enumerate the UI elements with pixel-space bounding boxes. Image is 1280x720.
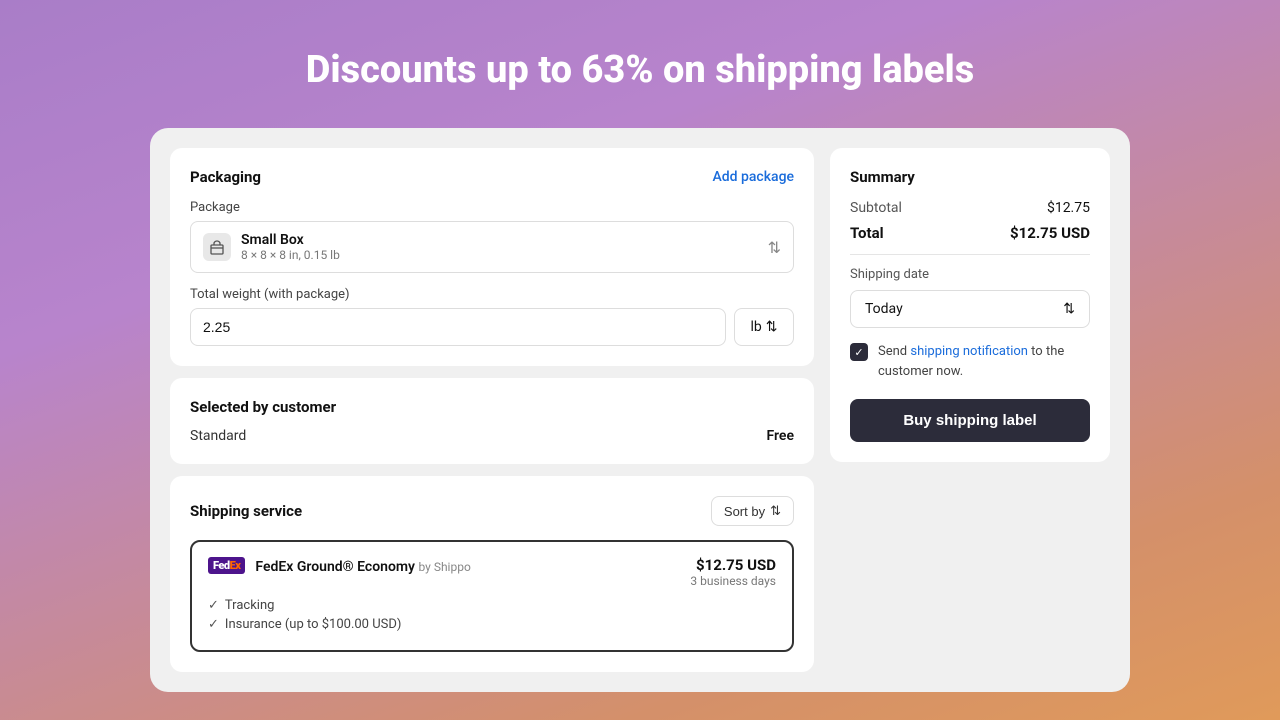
- date-chevron-icon: ⇅: [1063, 301, 1075, 317]
- left-panel: Packaging Add package Package Small Box: [170, 148, 814, 672]
- summary-section: Summary Subtotal $12.75 Total $12.75 USD…: [830, 148, 1110, 462]
- feature-insurance: ✓ Insurance (up to $100.00 USD): [208, 617, 776, 632]
- shipping-date-label: Shipping date: [850, 267, 1090, 282]
- total-value: $12.75 USD: [1010, 224, 1090, 242]
- weight-input[interactable]: [190, 308, 726, 346]
- package-info: Small Box 8 × 8 × 8 in, 0.15 lb: [241, 232, 340, 262]
- total-row: Total $12.75 USD: [850, 224, 1090, 242]
- summary-divider: [850, 254, 1090, 255]
- unit-label: lb: [751, 319, 762, 335]
- customer-method: Standard: [190, 428, 246, 444]
- checkbox-check-icon: ✓: [854, 346, 863, 359]
- sort-by-label: Sort by: [724, 504, 765, 519]
- carrier-name: FedEx Ground® Economy: [255, 559, 418, 575]
- shipping-header: Shipping service Sort by ⇅: [190, 496, 794, 526]
- customer-section: Selected by customer Standard Free: [170, 378, 814, 464]
- date-select[interactable]: Today ⇅: [850, 290, 1090, 328]
- carrier-by: by Shippo: [418, 560, 470, 574]
- add-package-link[interactable]: Add package: [712, 169, 794, 185]
- feature-tracking: ✓ Tracking: [208, 598, 776, 613]
- notification-before: Send: [878, 344, 910, 359]
- shipping-option-header: FedEx FedEx Ground® Economy by Shippo $1…: [208, 556, 776, 588]
- package-name: Small Box: [241, 232, 340, 248]
- buy-shipping-label-button[interactable]: Buy shipping label: [850, 399, 1090, 442]
- packaging-header: Packaging Add package: [190, 168, 794, 186]
- package-dims: 8 × 8 × 8 in, 0.15 lb: [241, 248, 340, 262]
- option-days: 3 business days: [690, 574, 776, 588]
- notification-link[interactable]: shipping notification: [910, 344, 1028, 359]
- main-card: Packaging Add package Package Small Box: [150, 128, 1130, 692]
- chevron-updown-icon: ⇅: [768, 238, 781, 257]
- notification-checkbox[interactable]: ✓: [850, 343, 868, 361]
- subtotal-label: Subtotal: [850, 200, 902, 216]
- sort-by-button[interactable]: Sort by ⇅: [711, 496, 794, 526]
- subtotal-row: Subtotal $12.75: [850, 200, 1090, 216]
- carrier-info: FedEx Ground® Economy by Shippo: [255, 556, 470, 575]
- fedex-logo: FedEx: [208, 557, 245, 574]
- package-icon: [203, 233, 231, 261]
- feature-tracking-label: Tracking: [225, 598, 275, 613]
- unit-chevron-icon: ⇅: [766, 319, 778, 335]
- notification-text: Send shipping notification to the custom…: [878, 342, 1090, 381]
- date-value: Today: [865, 301, 903, 317]
- price-right: $12.75 USD 3 business days: [690, 556, 776, 588]
- package-field-label: Package: [190, 200, 794, 215]
- shipping-service-title: Shipping service: [190, 502, 302, 520]
- features-list: ✓ Tracking ✓ Insurance (up to $100.00 US…: [208, 598, 776, 632]
- packaging-title: Packaging: [190, 168, 261, 186]
- summary-title: Summary: [850, 168, 1090, 186]
- weight-row: lb ⇅: [190, 308, 794, 346]
- shipping-service-section: Shipping service Sort by ⇅ FedEx FedEx G…: [170, 476, 814, 672]
- page-title: Discounts up to 63% on shipping labels: [306, 48, 975, 92]
- carrier-left: FedEx FedEx Ground® Economy by Shippo: [208, 556, 471, 575]
- packaging-section: Packaging Add package Package Small Box: [170, 148, 814, 366]
- customer-title: Selected by customer: [190, 398, 794, 416]
- total-label: Total: [850, 224, 884, 242]
- package-select[interactable]: Small Box 8 × 8 × 8 in, 0.15 lb ⇅: [190, 221, 794, 273]
- notification-row: ✓ Send shipping notification to the cust…: [850, 342, 1090, 381]
- shipping-option[interactable]: FedEx FedEx Ground® Economy by Shippo $1…: [190, 540, 794, 652]
- subtotal-value: $12.75: [1047, 200, 1090, 216]
- sort-chevron-icon: ⇅: [770, 503, 781, 519]
- feature-insurance-label: Insurance (up to $100.00 USD): [225, 617, 402, 632]
- customer-row: Standard Free: [190, 428, 794, 444]
- check-icon-insurance: ✓: [208, 617, 219, 632]
- customer-price: Free: [767, 428, 795, 444]
- weight-field-label: Total weight (with package): [190, 287, 794, 302]
- option-price: $12.75 USD: [690, 556, 776, 574]
- check-icon-tracking: ✓: [208, 598, 219, 613]
- unit-select[interactable]: lb ⇅: [734, 308, 794, 346]
- right-panel: Summary Subtotal $12.75 Total $12.75 USD…: [830, 148, 1110, 672]
- package-select-left: Small Box 8 × 8 × 8 in, 0.15 lb: [203, 232, 340, 262]
